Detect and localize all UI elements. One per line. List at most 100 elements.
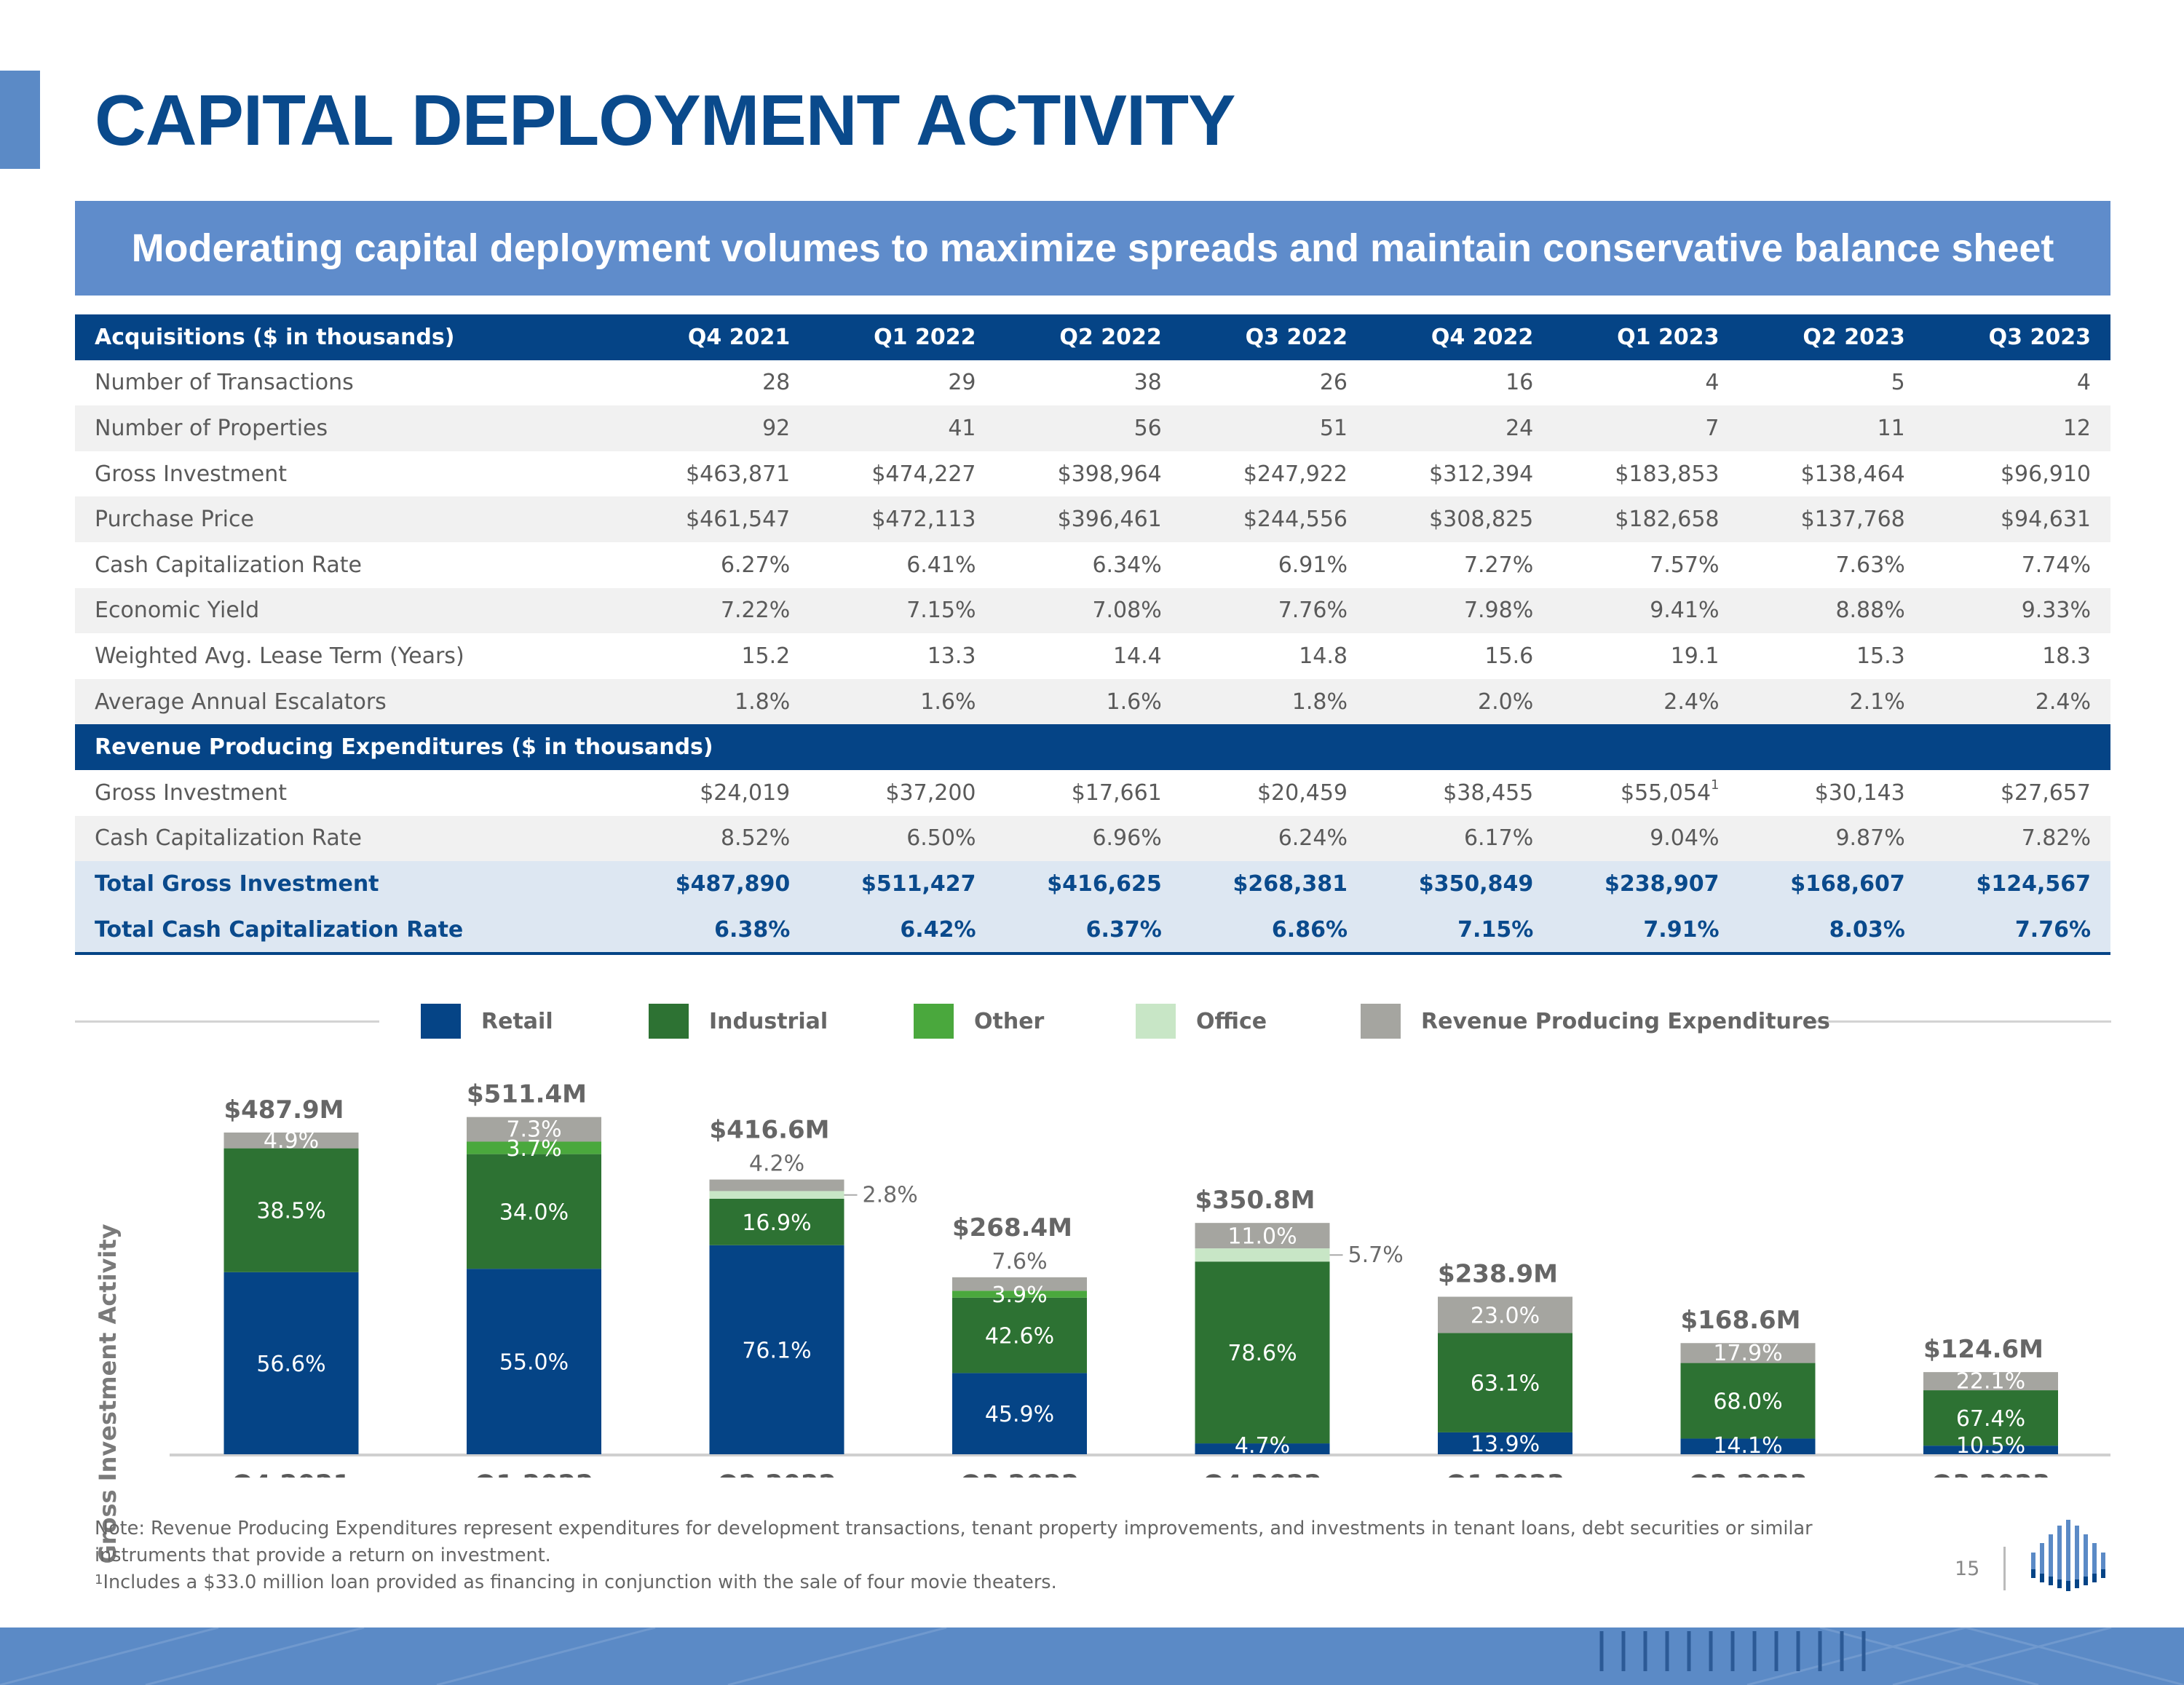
table-cell: 1.8%: [624, 678, 810, 725]
table-cell: 8.52%: [624, 815, 810, 862]
table-cell: 51: [1181, 405, 1367, 451]
table-cell: 14.4: [1112, 643, 1162, 669]
table-cell: 16: [1506, 370, 1534, 396]
footnote-1: 1Includes a $33.0 million loan provided …: [95, 1569, 1856, 1596]
page-title: CAPITAL DEPLOYMENT ACTIVITY: [95, 80, 1235, 160]
section-header: Revenue Producing Expenditures ($ in tho…: [75, 724, 2110, 770]
table-cell: $463,871: [686, 461, 791, 487]
row-label: Number of Transactions: [95, 370, 354, 396]
table-cell: $168,607: [1738, 861, 1925, 907]
table-cell: 15.6: [1484, 643, 1534, 669]
legend-item-industrial: Industrial: [649, 1004, 914, 1039]
segment-label: 3.9%: [992, 1282, 1047, 1308]
table-cell: 7.27%: [1463, 552, 1534, 578]
subtitle-banner: Moderating capital deployment volumes to…: [75, 201, 2110, 296]
table-cell: $96,910: [2000, 461, 2091, 487]
legend-item-rpe: Revenue Producing Expenditures: [1361, 1004, 1830, 1039]
table-cell: 14.8: [1299, 643, 1348, 669]
note-text: Note: Revenue Producing Expenditures rep…: [95, 1518, 1813, 1566]
table-cell: 5: [1891, 370, 1905, 396]
segment-label: 23.0%: [1471, 1303, 1540, 1328]
table-cell: 2.4%: [1924, 678, 2110, 725]
table-cell: $247,922: [1243, 461, 1348, 487]
footer-decorative-band: [0, 1627, 2184, 1685]
table-header-cell: Q1 2023: [1553, 314, 1739, 360]
chart-legend: Retail Industrial Other Office Revenue P…: [421, 1004, 1830, 1039]
table-cell: $244,556: [1181, 496, 1367, 542]
total-row: Total Gross Investment $487,890 $511,427…: [75, 861, 2110, 907]
x-tick-label: Q1 2022: [475, 1470, 594, 1478]
segment-label: 22.1%: [1956, 1369, 2025, 1395]
subtitle-text: Moderating capital deployment volumes to…: [131, 226, 2054, 270]
section-header-row: Revenue Producing Expenditures ($ in tho…: [75, 724, 2110, 770]
table-row: Gross Investment $24,019 $37,200 $17,661…: [75, 770, 2110, 816]
table-cell: 9.87%: [1738, 815, 1925, 862]
table-cell: 7.57%: [1650, 552, 1720, 578]
table-cell: $138,464: [1800, 461, 1905, 487]
table-header-cell: Q4 2022: [1367, 314, 1554, 360]
table-cell: $474,227: [871, 461, 976, 487]
bar-total-label: $238.9M: [1438, 1260, 1558, 1289]
table-cell: 8.88%: [1738, 587, 1925, 634]
table-cell: 4: [1705, 370, 1720, 396]
table-cell: 92: [624, 405, 810, 451]
row-label: Average Annual Escalators: [75, 678, 624, 725]
segment-label: 7.6%: [992, 1249, 1047, 1274]
table-cell: 28: [762, 370, 791, 396]
footer-pattern: [0, 1627, 2184, 1685]
legend-label: Revenue Producing Expenditures: [1421, 1008, 1830, 1034]
total-row: Total Cash Capitalization Rate 6.38% 6.4…: [75, 906, 2110, 956]
row-label: Number of Properties: [75, 405, 624, 451]
table-cell: 7.63%: [1835, 552, 1905, 578]
table-cell: 7.76%: [1181, 587, 1367, 634]
table-cell: 9.33%: [1924, 587, 2110, 634]
table-cell: 8.03%: [1738, 906, 1925, 956]
row-label: Gross Investment: [95, 461, 287, 487]
row-label: Cash Capitalization Rate: [75, 815, 624, 862]
table-cell: 7.76%: [1924, 906, 2110, 956]
table-cell: $94,631: [1924, 496, 2110, 542]
table-row: Cash Capitalization Rate 6.27% 6.41% 6.3…: [75, 542, 2110, 588]
table-row: Cash Capitalization Rate 8.52% 6.50% 6.9…: [75, 815, 2110, 862]
table-cell: 6.17%: [1367, 815, 1554, 862]
segment-label: 2.8%: [863, 1183, 918, 1208]
table-cell: $17,661: [1071, 780, 1162, 806]
table-row: Weighted Avg. Lease Term (Years) 15.2 13…: [75, 633, 2110, 679]
table-header-cell: Acquisitions ($ in thousands): [75, 314, 624, 360]
table-cell: 9.41%: [1553, 587, 1739, 634]
table-cell: 7.15%: [810, 587, 996, 634]
segment-label: 10.5%: [1956, 1433, 2025, 1459]
table-header-cell: Q1 2022: [810, 314, 996, 360]
table-cell: 7.74%: [2021, 552, 2091, 578]
segment-label: 76.1%: [742, 1338, 811, 1363]
row-label: Gross Investment: [95, 780, 287, 806]
table-cell: 6.91%: [1278, 552, 1348, 578]
segment-label: 4.2%: [749, 1151, 804, 1177]
table-cell: 18.3: [2042, 643, 2091, 669]
table-cell: $308,825: [1367, 496, 1554, 542]
table-cell: 12: [1924, 405, 2110, 451]
table-cell: $461,547: [624, 496, 810, 542]
segment-label: 14.1%: [1713, 1433, 1782, 1459]
segment-label: 56.6%: [256, 1352, 325, 1377]
row-label: Total Gross Investment: [75, 861, 624, 907]
stacked-bar-chart: 56.6% 38.5% 4.9% $487.9M Q4 2021 55.0% 34.0% 3.…: [170, 1080, 2110, 1478]
table-cell: 7.15%: [1367, 906, 1554, 956]
table-cell: 7.22%: [624, 587, 810, 634]
table-cell: 11: [1738, 405, 1925, 451]
table-header-cell: Q3 2023: [1924, 314, 2110, 360]
table-cell: $137,768: [1738, 496, 1925, 542]
table-cell: 1.8%: [1181, 678, 1367, 725]
table-cell: $38,455: [1443, 780, 1534, 806]
page-number: 15: [1955, 1558, 1980, 1580]
segment-label: 45.9%: [985, 1402, 1054, 1427]
segment-label: 78.6%: [1227, 1341, 1297, 1366]
segment-label: 68.0%: [1713, 1389, 1782, 1415]
legend-item-retail: Retail: [421, 1004, 649, 1039]
segment-label: 42.6%: [985, 1324, 1054, 1349]
bar-segment: [709, 1179, 844, 1192]
table-cell: 2.4%: [1553, 678, 1739, 725]
page-number-divider: [2003, 1547, 2006, 1590]
segment-label: 34.0%: [499, 1200, 569, 1225]
table-cell: 2.1%: [1738, 678, 1925, 725]
